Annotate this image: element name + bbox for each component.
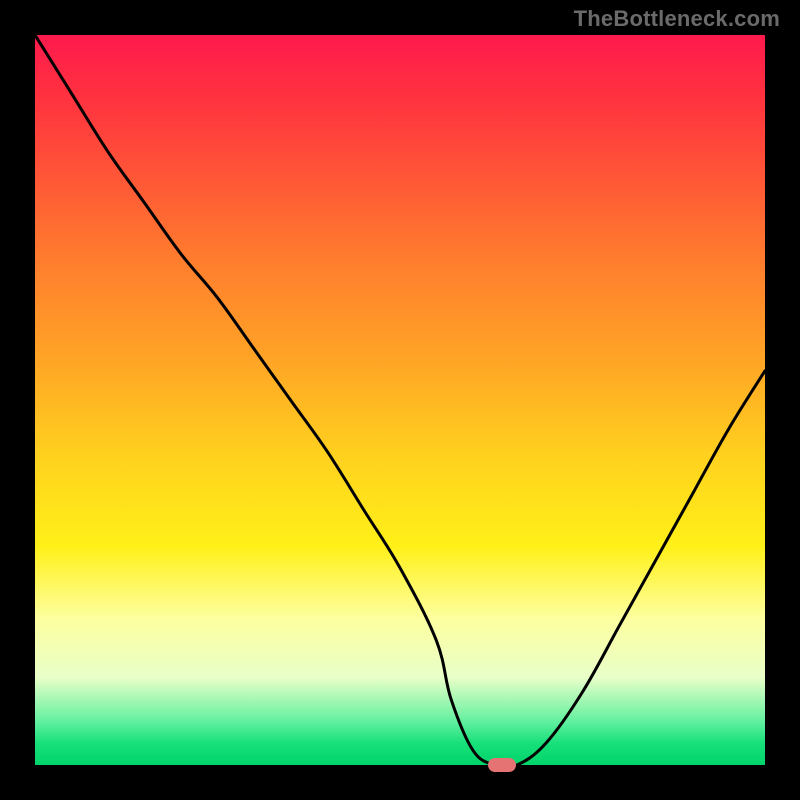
chart-frame: TheBottleneck.com: [0, 0, 800, 800]
plot-area: [35, 35, 765, 765]
watermark-text: TheBottleneck.com: [574, 6, 780, 32]
bottleneck-curve: [35, 35, 765, 765]
optimal-marker: [488, 758, 516, 772]
